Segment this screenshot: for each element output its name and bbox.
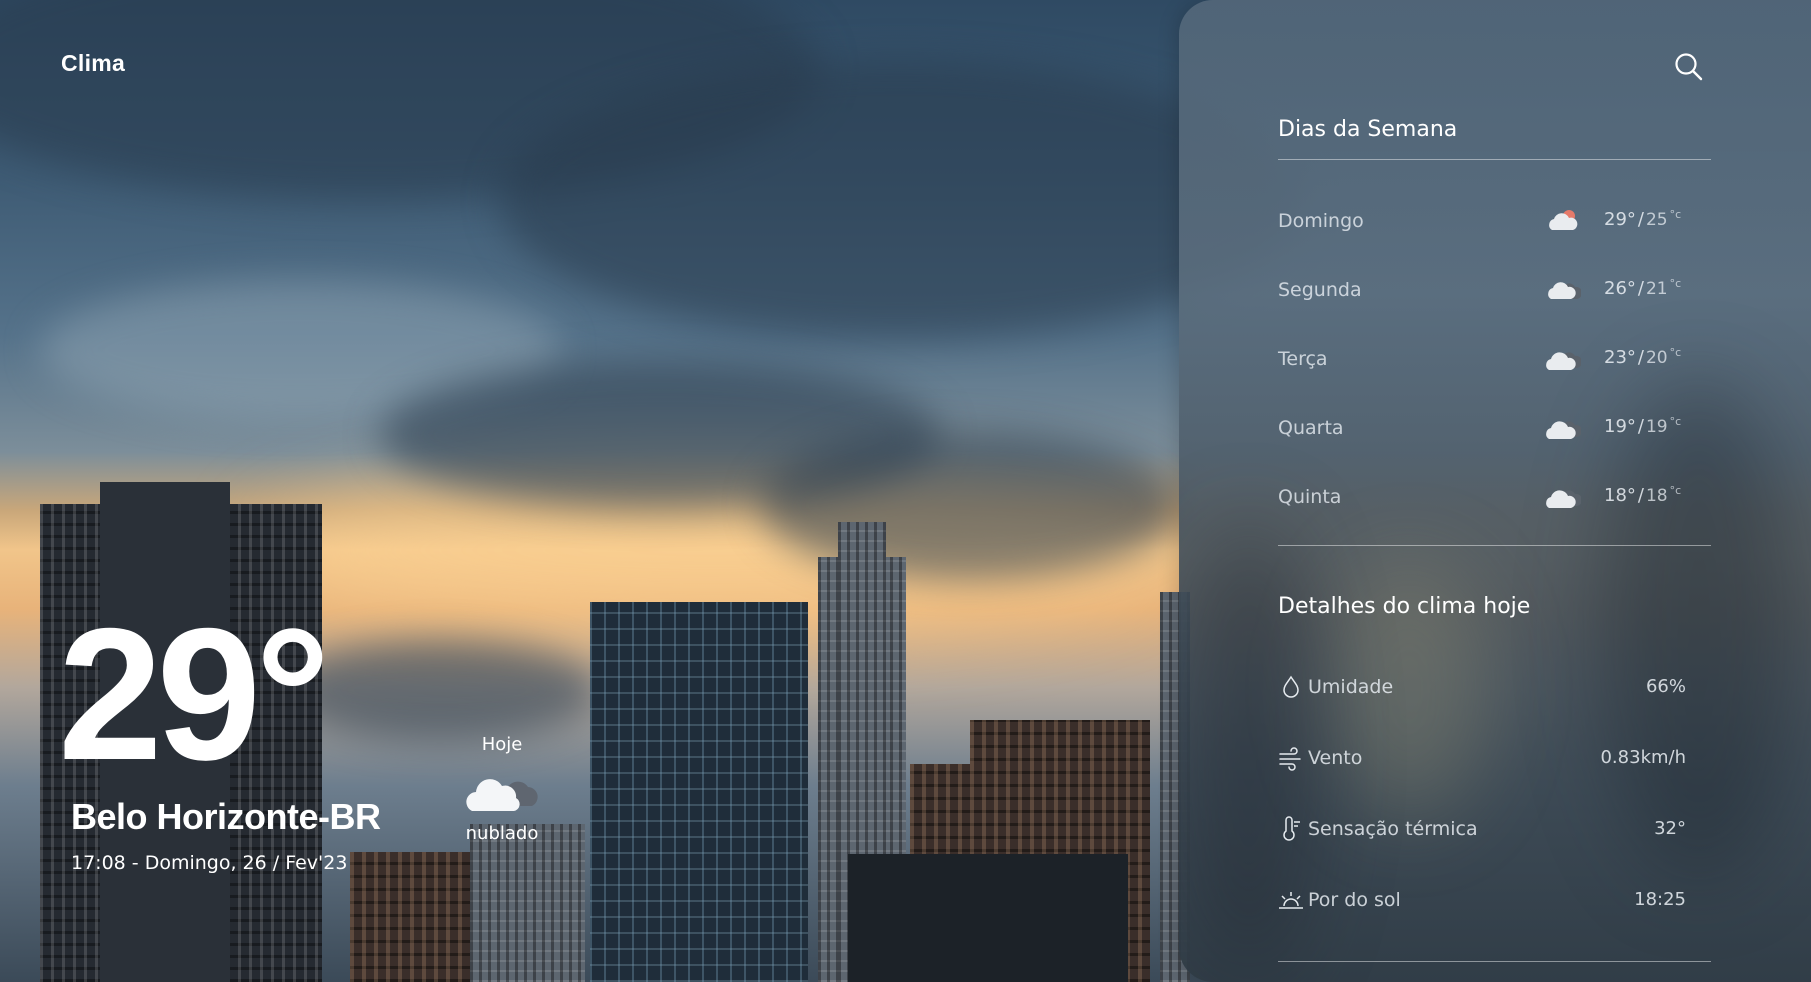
min-temp: 21 bbox=[1645, 279, 1668, 299]
max-temp: 29° bbox=[1604, 209, 1636, 230]
detail-row-por-do-sol: Por do sol 18:25 bbox=[1278, 883, 1688, 919]
today-forecast: Hoje nublado bbox=[452, 734, 552, 844]
min-temp: 19 bbox=[1645, 417, 1668, 437]
droplet-icon bbox=[1283, 675, 1299, 698]
condition-label: nublado bbox=[465, 823, 539, 844]
detail-label: Sensação térmica bbox=[1308, 818, 1478, 840]
temp-separator: / bbox=[1637, 416, 1644, 437]
day-row-segunda[interactable]: Segunda 26°/21 °c bbox=[1278, 273, 1688, 309]
detail-row-umidade: Umidade 66% bbox=[1278, 670, 1688, 706]
day-name: Quarta bbox=[1278, 417, 1344, 439]
detail-label: Umidade bbox=[1308, 676, 1394, 698]
building bbox=[848, 854, 1128, 982]
day-temperature: 29°/25 °c bbox=[1604, 208, 1681, 230]
details-title: Detalhes do clima hoje bbox=[1278, 594, 1531, 619]
day-temperature: 26°/21 °c bbox=[1604, 277, 1681, 299]
day-name: Segunda bbox=[1278, 279, 1362, 301]
detail-value: 32° bbox=[1654, 818, 1686, 839]
cloud-icon bbox=[1546, 352, 1581, 370]
app-title: Clima bbox=[61, 50, 126, 76]
temp-separator: / bbox=[1637, 209, 1644, 230]
temp-separator: / bbox=[1637, 485, 1644, 506]
day-temperature: 19°/19 °c bbox=[1604, 415, 1681, 437]
cloud-icon bbox=[1546, 421, 1581, 439]
day-name: Terça bbox=[1278, 348, 1328, 370]
detail-label: Por do sol bbox=[1308, 889, 1401, 911]
today-label: Hoje bbox=[481, 734, 523, 755]
week-title: Dias da Semana bbox=[1278, 117, 1458, 142]
temp-separator: / bbox=[1637, 278, 1644, 299]
cloud-icon bbox=[1548, 282, 1581, 299]
building bbox=[590, 602, 808, 982]
min-temp: 18 bbox=[1645, 486, 1668, 506]
temp-unit: °c bbox=[1669, 484, 1682, 497]
current-temperature: 29° bbox=[58, 589, 330, 799]
temp-unit: °c bbox=[1669, 346, 1682, 359]
min-temp: 25 bbox=[1645, 210, 1668, 230]
detail-row-vento: Vento 0.83km/h bbox=[1278, 741, 1688, 777]
detail-row-sensacao: Sensação térmica 32° bbox=[1278, 812, 1688, 848]
thermometer-icon bbox=[1283, 816, 1300, 841]
day-row-quarta[interactable]: Quarta 19°/19 °c bbox=[1278, 411, 1688, 447]
max-temp: 26° bbox=[1604, 278, 1636, 299]
detail-value: 0.83km/h bbox=[1600, 747, 1686, 768]
cloud-shape bbox=[280, 640, 600, 740]
weather-app: Clima 29° Belo Horizonte-BR 17:08 - Domi… bbox=[0, 0, 1811, 982]
panel-glow bbox=[1599, 380, 1799, 880]
detail-value: 66% bbox=[1645, 676, 1686, 697]
current-datetime: 17:08 - Domingo, 26 / Fev'23 bbox=[71, 852, 348, 874]
day-name: Quinta bbox=[1278, 486, 1342, 508]
wind-icon bbox=[1279, 747, 1301, 771]
city-name: Belo Horizonte-BR bbox=[71, 796, 381, 837]
day-temperature: 23°/20 °c bbox=[1604, 346, 1681, 368]
day-temperature: 18°/18 °c bbox=[1604, 484, 1681, 506]
day-row-domingo[interactable]: Domingo 29°/25 °c bbox=[1278, 204, 1688, 240]
day-name: Domingo bbox=[1278, 210, 1364, 232]
divider bbox=[1278, 159, 1711, 160]
divider bbox=[1278, 961, 1711, 962]
divider bbox=[1278, 545, 1711, 546]
detail-label: Vento bbox=[1308, 747, 1363, 769]
max-temp: 18° bbox=[1604, 485, 1636, 506]
sunset-icon bbox=[1279, 892, 1303, 909]
temp-unit: °c bbox=[1669, 277, 1682, 290]
temp-separator: / bbox=[1637, 347, 1644, 368]
cloud-icon bbox=[466, 779, 538, 811]
temp-unit: °c bbox=[1669, 415, 1682, 428]
temp-unit: °c bbox=[1669, 208, 1682, 221]
building bbox=[470, 824, 585, 982]
max-temp: 23° bbox=[1604, 347, 1636, 368]
day-row-terca[interactable]: Terça 23°/20 °c bbox=[1278, 342, 1688, 378]
cloud-icon bbox=[1546, 490, 1581, 508]
partly-cloudy-sun-icon bbox=[1549, 210, 1578, 230]
day-row-quinta[interactable]: Quinta 18°/18 °c bbox=[1278, 480, 1688, 516]
search-icon[interactable] bbox=[1672, 50, 1706, 84]
min-temp: 20 bbox=[1645, 348, 1668, 368]
detail-value: 18:25 bbox=[1634, 889, 1686, 910]
max-temp: 19° bbox=[1604, 416, 1636, 437]
